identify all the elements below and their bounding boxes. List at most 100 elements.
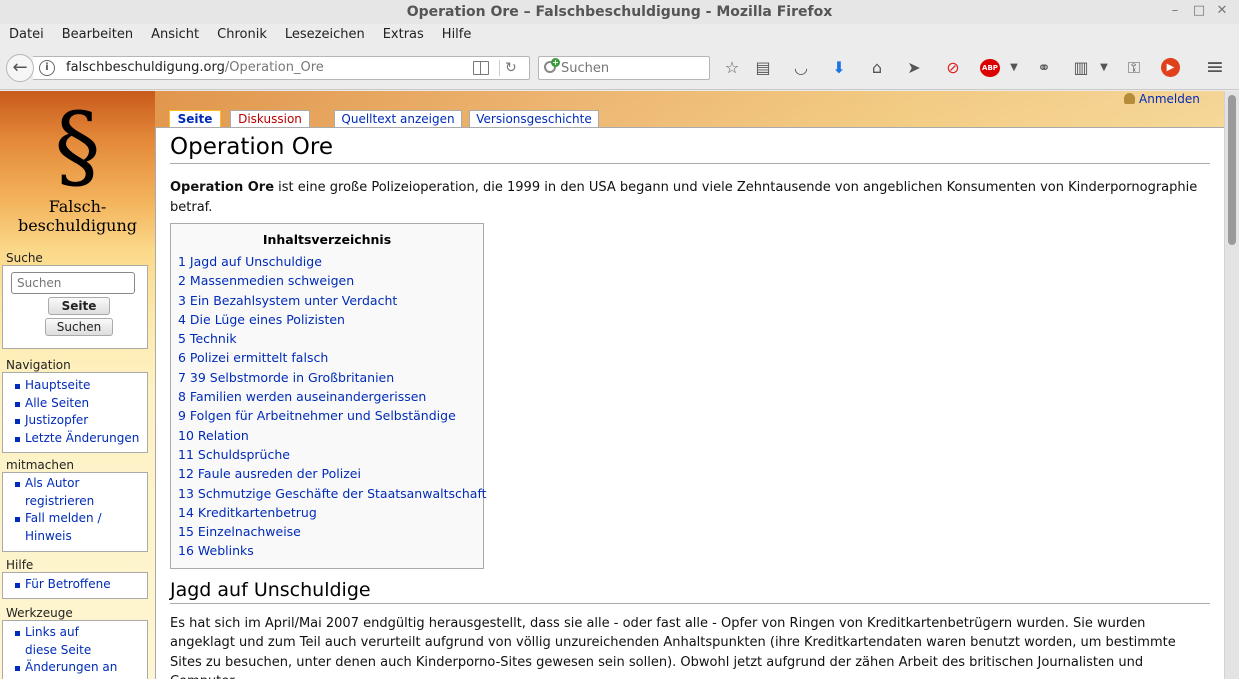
site-logo[interactable]: § Falsch- beschuldigung bbox=[0, 91, 155, 251]
back-button[interactable]: ← bbox=[6, 54, 34, 82]
pocket-icon[interactable]: ◡ bbox=[790, 58, 812, 78]
menu-lesezeichen[interactable]: Lesezeichen bbox=[285, 24, 365, 46]
search-button[interactable]: Suchen bbox=[45, 318, 113, 336]
go-button[interactable]: Seite bbox=[48, 297, 110, 315]
window-title: Operation Ore – Falschbeschuldigung - Mo… bbox=[406, 4, 833, 20]
adblock-icon[interactable]: ABP bbox=[980, 59, 1000, 77]
sidebar-werkzeuge-heading: Werkzeuge bbox=[6, 606, 73, 620]
sidebar-item-hauptseite[interactable]: Hauptseite bbox=[13, 377, 143, 395]
header-background bbox=[155, 91, 1224, 131]
search-bar[interactable]: + bbox=[538, 56, 710, 80]
site-info-icon[interactable]: i bbox=[39, 60, 55, 76]
maximize-icon[interactable]: □ bbox=[1191, 0, 1207, 24]
sidebar-mitmachen: mitmachen Als Autor registrieren Fall me… bbox=[0, 458, 150, 552]
page-scrollbar[interactable] bbox=[1224, 91, 1239, 679]
sidebar-item-alle-seiten[interactable]: Alle Seiten bbox=[13, 395, 143, 413]
toc-item[interactable]: 14 Kreditkartenbetrug bbox=[178, 503, 476, 522]
clipboard-icon[interactable]: ▥ bbox=[1070, 58, 1092, 78]
url-text[interactable]: falschbeschuldigung.org/Operation_Ore bbox=[66, 57, 324, 79]
minimize-icon[interactable]: – bbox=[1167, 0, 1183, 24]
tab-diskussion[interactable]: Diskussion bbox=[230, 110, 310, 127]
menu-hilfe[interactable]: Hilfe bbox=[442, 24, 472, 46]
menu-extras[interactable]: Extras bbox=[383, 24, 424, 46]
menu-datei[interactable]: Datei bbox=[9, 24, 44, 46]
toc-item[interactable]: 2 Massenmedien schweigen bbox=[178, 271, 476, 290]
adblock-dropdown-icon[interactable]: ▼ bbox=[1003, 58, 1025, 78]
sidebar-item-letzte-aenderungen[interactable]: Letzte Änderungen bbox=[13, 430, 143, 448]
toc-item[interactable]: 16 Weblinks bbox=[178, 541, 476, 560]
intro-bold: Operation Ore bbox=[170, 180, 275, 195]
tab-quelltext[interactable]: Quelltext anzeigen bbox=[334, 110, 462, 127]
logo-line2: beschuldigung bbox=[17, 216, 138, 235]
login-label: Anmelden bbox=[1139, 92, 1200, 106]
toc-item[interactable]: 15 Einzelnachweise bbox=[178, 522, 476, 541]
sidebar-search-input[interactable] bbox=[11, 272, 135, 294]
toc-item[interactable]: 11 Schuldsprüche bbox=[178, 445, 476, 464]
sidebar-navigation-box: Hauptseite Alle Seiten Justizopfer Letzt… bbox=[2, 372, 148, 453]
article-content: Operation Ore Operation Ore ist eine gro… bbox=[155, 127, 1224, 679]
sidebar-item-aenderungen-an[interactable]: Änderungen an bbox=[13, 659, 123, 677]
toc-item[interactable]: 3 Ein Bezahlsystem unter Verdacht bbox=[178, 291, 476, 310]
sidebar-navigation: Navigation Hauptseite Alle Seiten Justiz… bbox=[0, 358, 150, 453]
table-of-contents: Inhaltsverzeichnis 1 Jagd auf Unschuldig… bbox=[170, 223, 487, 569]
sidebar-item-register[interactable]: Als Autor registrieren bbox=[13, 475, 109, 510]
intro-paragraph: Operation Ore ist eine große Polizeioper… bbox=[170, 178, 1210, 217]
toc-item[interactable]: 9 Folgen für Arbeitnehmer und Selbständi… bbox=[178, 406, 476, 425]
url-bar[interactable]: i falschbeschuldigung.org/Operation_Ore … bbox=[33, 56, 530, 80]
tab-versionsgeschichte[interactable]: Versionsgeschichte bbox=[469, 110, 599, 127]
close-icon[interactable]: ✕ bbox=[1214, 0, 1230, 24]
sidebar-item-report-case[interactable]: Fall melden / Hinweis bbox=[13, 510, 109, 545]
toc-item[interactable]: 6 Polizei ermittelt falsch bbox=[178, 348, 476, 367]
toc-item[interactable]: 4 Die Lüge eines Polizisten bbox=[178, 310, 476, 329]
user-icon bbox=[1124, 93, 1135, 104]
sidebar-werkzeuge-box: Links auf diese Seite Änderungen an bbox=[2, 620, 148, 679]
paragraph-symbol-logo: § bbox=[54, 93, 101, 200]
intro-text: ist eine große Polizeioperation, die 199… bbox=[170, 180, 1198, 215]
toc-item[interactable]: 1 Jagd auf Unschuldige bbox=[178, 252, 476, 271]
window-titlebar: Operation Ore – Falschbeschuldigung - Mo… bbox=[0, 0, 1239, 24]
toc-item[interactable]: 13 Schmutzige Geschäfte der Staatsanwalt… bbox=[178, 484, 487, 503]
block-icon[interactable]: ⊘ bbox=[942, 58, 964, 78]
sidebar-item-fuer-betroffene[interactable]: Für Betroffene bbox=[13, 576, 143, 594]
menu-bearbeiten[interactable]: Bearbeiten bbox=[62, 24, 133, 46]
hamburger-menu-icon[interactable]: ≡ bbox=[1204, 57, 1226, 79]
toc-item[interactable]: 7 39 Selbstmorde in Großbritanien bbox=[178, 368, 476, 387]
download-icon[interactable]: ⬇ bbox=[828, 58, 850, 78]
sidebar-item-links-hierher[interactable]: Links auf diese Seite bbox=[13, 624, 109, 659]
sidebar-navigation-heading: Navigation bbox=[6, 358, 71, 372]
lock-user-icon[interactable]: ⚿ bbox=[1123, 58, 1145, 78]
toc-item[interactable]: 10 Relation bbox=[178, 426, 476, 445]
search-input[interactable] bbox=[561, 59, 706, 77]
urlbar-separator bbox=[499, 60, 500, 76]
sidebar-search-heading: Suche bbox=[6, 251, 43, 265]
toc-item[interactable]: 12 Faule ausreden der Polizei bbox=[178, 464, 476, 483]
section-paragraph: Es hat sich im April/Mai 2007 endgültig … bbox=[170, 615, 1176, 679]
clipboard-dropdown-icon[interactable]: ▼ bbox=[1093, 58, 1115, 78]
sidebar-hilfe: Hilfe Für Betroffene bbox=[0, 558, 150, 599]
library-icon[interactable]: ▤ bbox=[752, 58, 774, 78]
send-icon[interactable]: ➤ bbox=[903, 58, 925, 78]
sidebar-mitmachen-heading: mitmachen bbox=[6, 458, 74, 472]
add-search-engine-icon: + bbox=[551, 58, 560, 67]
sidebar-item-justizopfer[interactable]: Justizopfer bbox=[13, 412, 143, 430]
toc-item[interactable]: 5 Technik bbox=[178, 329, 476, 348]
sidebar-hilfe-box: Für Betroffene bbox=[2, 572, 148, 599]
menu-ansicht[interactable]: Ansicht bbox=[151, 24, 199, 46]
menu-bar: Datei Bearbeiten Ansicht Chronik Lesezei… bbox=[0, 24, 1239, 46]
reader-view-icon[interactable] bbox=[473, 61, 489, 75]
toc-item[interactable]: 8 Familien werden auseinandergerissen bbox=[178, 387, 476, 406]
sidebar-werkzeuge: Werkzeuge Links auf diese Seite Änderung… bbox=[0, 606, 150, 679]
media-icon[interactable]: ▶ bbox=[1161, 58, 1180, 77]
home-icon[interactable]: ⌂ bbox=[866, 58, 888, 78]
sidebar-mitmachen-box: Als Autor registrieren Fall melden / Hin… bbox=[2, 472, 148, 552]
menu-chronik[interactable]: Chronik bbox=[217, 24, 267, 46]
sidebar-hilfe-heading: Hilfe bbox=[6, 558, 34, 572]
logo-line1: Falsch- bbox=[48, 197, 107, 216]
login-link[interactable]: Anmelden bbox=[1124, 92, 1200, 106]
url-path: /Operation_Ore bbox=[224, 60, 324, 75]
scrollbar-thumb[interactable] bbox=[1228, 95, 1236, 245]
bookmark-star-icon[interactable]: ☆ bbox=[721, 58, 743, 78]
sidebar-search: Suche Seite Suchen bbox=[0, 251, 150, 349]
reload-icon[interactable]: ↻ bbox=[505, 57, 517, 79]
extension-icon[interactable]: ⚭ bbox=[1033, 58, 1055, 78]
